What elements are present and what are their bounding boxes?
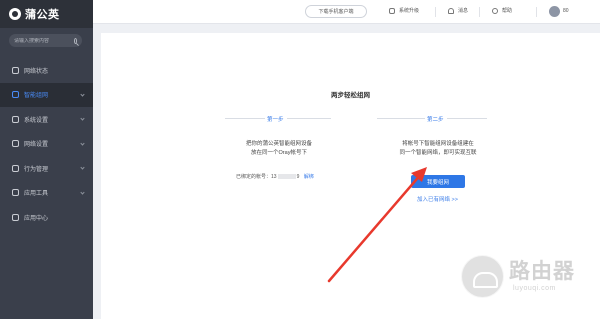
bound-account-label: 已绑定的帐号： <box>236 174 272 180</box>
step1-desc-line1: 把你的蒲公英智能组网设备 <box>245 141 312 147</box>
search-icon[interactable] <box>74 37 77 44</box>
step1-description: 把你的蒲公英智能组网设备 放在同一个Oray帐号下 <box>229 140 329 158</box>
chevron-down-icon <box>80 140 85 146</box>
sidebar-item-label: 行为管理 <box>24 166 49 173</box>
chevron-down-icon <box>80 165 85 170</box>
step2-line-right <box>447 118 487 119</box>
watermark-cn: 路由器 <box>509 260 575 283</box>
sidebar-item-label: 网络设置 <box>24 142 49 149</box>
sidebar-item-label: 应用工具 <box>24 191 49 198</box>
sidebar-item-label: 应用中心 <box>24 215 49 222</box>
system-upgrade-button[interactable]: 系统升级 <box>389 7 419 14</box>
chevron-down-icon <box>80 189 85 195</box>
divider <box>536 7 537 17</box>
globe-icon <box>12 140 19 148</box>
smart-network-icon <box>12 91 19 99</box>
step1-desc-line2: 放在同一个Oray帐号下 <box>251 150 307 156</box>
step1-line-left <box>225 118 265 119</box>
logo-icon <box>9 8 21 20</box>
step1-line-right <box>287 118 331 119</box>
sidebar-item-label: 系统设置 <box>24 117 49 124</box>
sidebar-search <box>9 34 82 47</box>
step2-description: 将帐号下智能组网设备组建在 同一个智能网络，即可实现互联 <box>384 140 492 158</box>
sidebar-item-app-center[interactable]: 应用中心 <box>0 205 93 230</box>
chevron-down-icon <box>80 91 85 97</box>
watermark: 路由器 luyouqi.com <box>461 254 596 300</box>
sidebar-nav: 网络状态 智能组网 系统设置 网络设置 行为管理 应用工具 应用中心 <box>0 58 93 230</box>
logo-text: 蒲公英 <box>25 9 60 21</box>
sidebar-item-behavior-management[interactable]: 行为管理 <box>0 156 93 181</box>
router-logo-icon <box>461 255 504 298</box>
bound-account: 已绑定的帐号：13 9 解绑 <box>236 173 314 180</box>
divider <box>435 7 436 17</box>
network-status-icon <box>12 66 19 74</box>
system-upgrade-label: 系统升级 <box>399 8 420 14</box>
toolbox-icon <box>12 189 19 197</box>
sidebar-item-label: 网络状态 <box>24 68 49 75</box>
sidebar: 蒲公英 网络状态 智能组网 系统设置 网络设置 行为管理 <box>0 0 93 319</box>
download-app-button[interactable]: 下载手机客户端 <box>305 5 367 18</box>
join-existing-network-link[interactable]: 加入已有网络 >> <box>417 195 458 203</box>
watermark-en: luyouqi.com <box>513 285 556 292</box>
search-input[interactable] <box>14 37 72 44</box>
chevron-down-icon <box>80 116 85 121</box>
gear-icon <box>12 115 19 123</box>
upgrade-icon <box>389 7 395 14</box>
bound-account-suffix: 9 <box>296 174 300 180</box>
step2-desc-line2: 同一个智能网络，即可实现互联 <box>399 150 477 156</box>
sidebar-item-label: 智能组网 <box>24 93 49 100</box>
step2-line-left <box>377 118 425 119</box>
topbar: 下载手机客户端 系统升级 消息 帮助 80 <box>93 0 600 24</box>
messages-button[interactable]: 消息 <box>448 7 468 14</box>
sidebar-item-smart-network[interactable]: 智能组网 <box>0 82 93 107</box>
divider <box>479 7 480 17</box>
logo[interactable]: 蒲公英 <box>0 0 93 28</box>
messages-label: 消息 <box>458 8 469 14</box>
help-label: 帮助 <box>502 8 513 14</box>
step2-desc-line1: 将帐号下智能组网设备组建在 <box>402 141 474 147</box>
sidebar-item-app-tools[interactable]: 应用工具 <box>0 181 93 206</box>
unbind-link[interactable]: 解绑 <box>304 174 314 180</box>
step2-label: 第二步 <box>427 117 444 123</box>
step1-label: 第一步 <box>267 117 284 123</box>
sidebar-item-network-settings[interactable]: 网络设置 <box>0 132 93 157</box>
sidebar-item-network-status[interactable]: 网络状态 <box>0 58 93 83</box>
page-title: 两步轻松组网 <box>331 92 370 99</box>
avatar[interactable] <box>549 6 560 17</box>
sidebar-item-system-settings[interactable]: 系统设置 <box>0 107 93 132</box>
create-network-button[interactable]: 我要组网 <box>411 175 465 188</box>
shield-icon <box>12 164 19 172</box>
apps-icon <box>12 213 19 221</box>
username[interactable]: 80 <box>563 8 569 14</box>
bell-icon <box>448 7 454 14</box>
help-icon <box>492 7 498 14</box>
help-button[interactable]: 帮助 <box>492 7 512 14</box>
bound-account-prefix: 13 <box>271 174 277 180</box>
redacted-block <box>277 174 296 180</box>
